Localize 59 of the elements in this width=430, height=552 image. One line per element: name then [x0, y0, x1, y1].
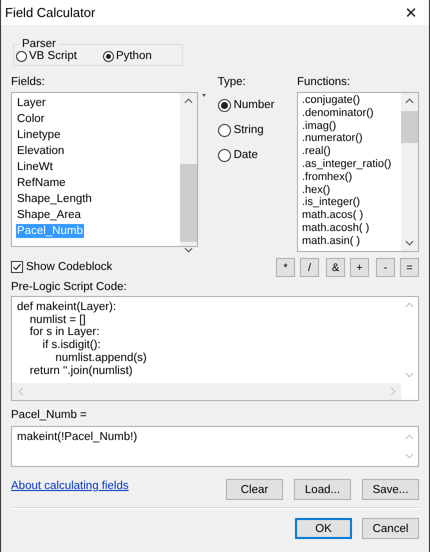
code-field[interactable]: def makeint(Layer): numlist = [] for s in Layer: if s.isdigit(): numlist.append(s) return ''.join(numlist) [11, 296, 419, 401]
window-title: Field Calculator [5, 5, 96, 20]
file-button[interactable]: Save... [362, 479, 419, 500]
scroll-down-icon[interactable] [184, 247, 193, 253]
scroll-up-icon[interactable] [405, 98, 414, 104]
code-text: def makeint(Layer): numlist = [] for s in Layer: if s.isdigit(): numlist.append(s) return ''.join(numlist) [16, 300, 148, 379]
function-item[interactable]: .real() [301, 144, 332, 158]
show-codeblock-checkbox[interactable]: Show Codeblock [11, 261, 112, 273]
group-title: Parser [21, 38, 57, 50]
operator-button[interactable]: * [276, 258, 295, 277]
function-item[interactable]: .numerator() [301, 131, 364, 146]
field-item[interactable]: RefName [16, 176, 67, 190]
field-item[interactable]: Shape_Area [16, 208, 82, 222]
field-item[interactable]: LineWt [16, 160, 54, 174]
function-item[interactable]: .fromhex() [301, 170, 354, 184]
radio-option[interactable]: String [218, 122, 297, 138]
field-item[interactable]: Elevation [16, 144, 66, 158]
expression-label: Pacel_Numb = [11, 408, 88, 422]
sort-icon[interactable] [202, 94, 206, 97]
close-button[interactable]: ✕ [393, 0, 429, 25]
scroll-thumb[interactable] [401, 111, 418, 143]
help-link[interactable]: About calculating fields [11, 480, 129, 492]
scroll-right-icon[interactable] [390, 387, 396, 396]
field-item[interactable]: Shape_Length [16, 192, 93, 206]
file-button[interactable]: Load... [294, 479, 351, 500]
scrollbar[interactable] [401, 93, 418, 251]
scroll-down-icon[interactable] [405, 240, 414, 246]
function-item[interactable]: .hex() [301, 182, 332, 197]
expression-text: makeint(!Pacel_Numb!) [16, 430, 138, 445]
pre-logic-label: Pre-Logic Script Code: [11, 280, 128, 294]
function-item[interactable]: .denominator() [301, 106, 375, 120]
function-item[interactable]: .imag() [301, 118, 338, 133]
operator-button[interactable]: & [326, 258, 345, 277]
fields-label: Fields: [11, 75, 46, 89]
operator-button[interactable]: - [376, 258, 395, 277]
dialog-button[interactable]: Cancel [362, 518, 419, 539]
operator-button[interactable]: + [350, 258, 369, 277]
scroll-up-icon[interactable] [184, 98, 193, 104]
type-label: Type: [218, 75, 247, 89]
function-item[interactable]: math.acos( ) [301, 208, 364, 222]
field-item[interactable]: Linetype [16, 128, 62, 142]
dialog-button[interactable]: OK [295, 518, 352, 539]
field-item[interactable]: Color [16, 112, 46, 126]
function-item[interactable]: .as_integer_ratio() [301, 156, 392, 171]
radio-option[interactable]: Number [218, 97, 297, 113]
function-item[interactable]: math.acosh( ) [301, 220, 370, 235]
scroll-left-icon[interactable] [18, 387, 24, 396]
operator-button[interactable]: = [400, 258, 419, 277]
field-item[interactable]: Layer [16, 96, 47, 110]
function-item[interactable]: math.asin( ) [301, 234, 362, 248]
radio-option[interactable]: VB Script [16, 50, 77, 62]
functions-label: Functions: [297, 75, 352, 89]
radio-option[interactable]: Date [218, 147, 297, 163]
function-item[interactable]: .conjugate() [301, 93, 362, 107]
function-item[interactable]: .is_integer() [301, 195, 362, 210]
scroll-thumb[interactable] [180, 164, 197, 242]
operator-button[interactable]: / [300, 258, 319, 277]
file-button[interactable]: Clear [226, 479, 283, 500]
radio-option[interactable]: Python [102, 50, 152, 62]
